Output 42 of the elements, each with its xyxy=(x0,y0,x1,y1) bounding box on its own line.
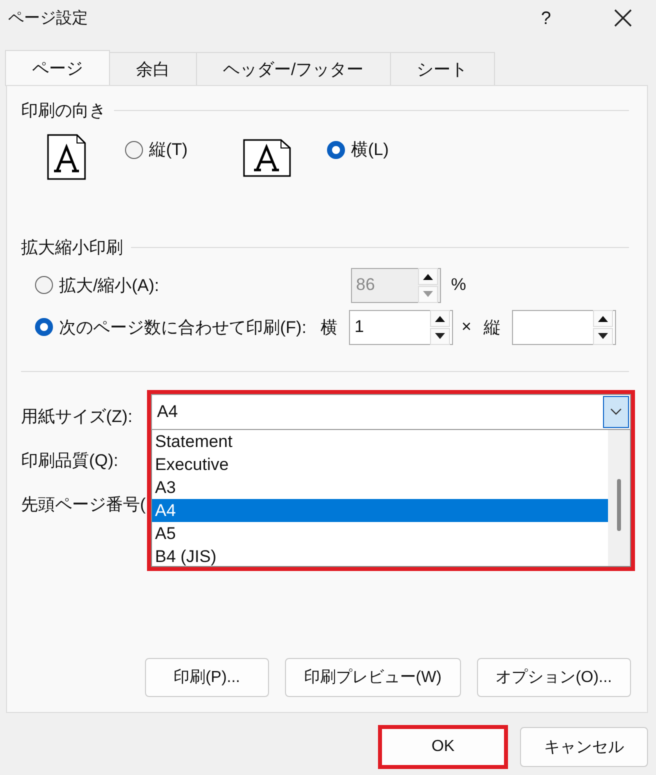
radio-button[interactable] xyxy=(35,318,53,336)
list-item[interactable]: Statement xyxy=(152,430,608,453)
number-field[interactable] xyxy=(512,310,616,344)
field-label: 横 xyxy=(320,316,338,338)
field-label: 用紙サイズ(Z): xyxy=(21,406,132,428)
times-sign: × xyxy=(461,317,472,337)
action-button[interactable]: 印刷(P)... xyxy=(144,658,269,697)
help-button[interactable]: ? xyxy=(534,8,558,28)
spin-up-icon[interactable] xyxy=(430,310,450,326)
list-item[interactable]: B4 (JIS) xyxy=(152,545,608,568)
window-title: ページ設定 xyxy=(8,8,89,28)
chevron-down-icon[interactable] xyxy=(603,396,629,428)
close-icon[interactable] xyxy=(614,9,632,27)
cancel-button[interactable]: キャンセル xyxy=(520,727,648,767)
list-item[interactable]: A4 xyxy=(152,499,608,522)
page-icon xyxy=(243,139,291,177)
spin-down-icon[interactable] xyxy=(593,328,614,344)
section-title: 印刷の向き xyxy=(21,100,106,122)
radio-label[interactable]: 次のページ数に合わせて印刷(F): xyxy=(59,316,306,338)
radio-button[interactable] xyxy=(327,140,345,158)
section-title: 拡大縮小印刷 xyxy=(21,236,123,258)
tab[interactable]: シート xyxy=(390,52,495,85)
radio-button[interactable] xyxy=(125,140,143,158)
action-button[interactable]: オプション(O)... xyxy=(476,658,631,697)
radio-label[interactable]: 縦(T) xyxy=(149,138,188,161)
dropdown[interactable]: A4 xyxy=(151,394,631,430)
list-item[interactable]: A5 xyxy=(152,522,608,545)
unit-label: % xyxy=(451,275,466,295)
spin-down-icon[interactable] xyxy=(430,328,450,344)
field-label: 印刷品質(Q): xyxy=(21,450,118,472)
scrollbar-thumb[interactable] xyxy=(617,479,621,531)
number-field[interactable]: 1 xyxy=(349,310,454,344)
field-label: 縦 xyxy=(483,316,500,338)
radio-label[interactable]: 横(L) xyxy=(351,138,389,161)
page-icon xyxy=(47,134,87,180)
ok-button[interactable]: OK xyxy=(378,725,508,769)
list-item[interactable]: A3 xyxy=(152,476,608,499)
action-button[interactable]: 印刷プレビュー(W) xyxy=(284,658,461,697)
spin-up-icon[interactable] xyxy=(593,310,614,326)
list-item[interactable]: Executive xyxy=(152,453,608,476)
tab[interactable]: ページ xyxy=(5,50,110,86)
field-label: 先頭ページ番号( xyxy=(21,494,146,516)
